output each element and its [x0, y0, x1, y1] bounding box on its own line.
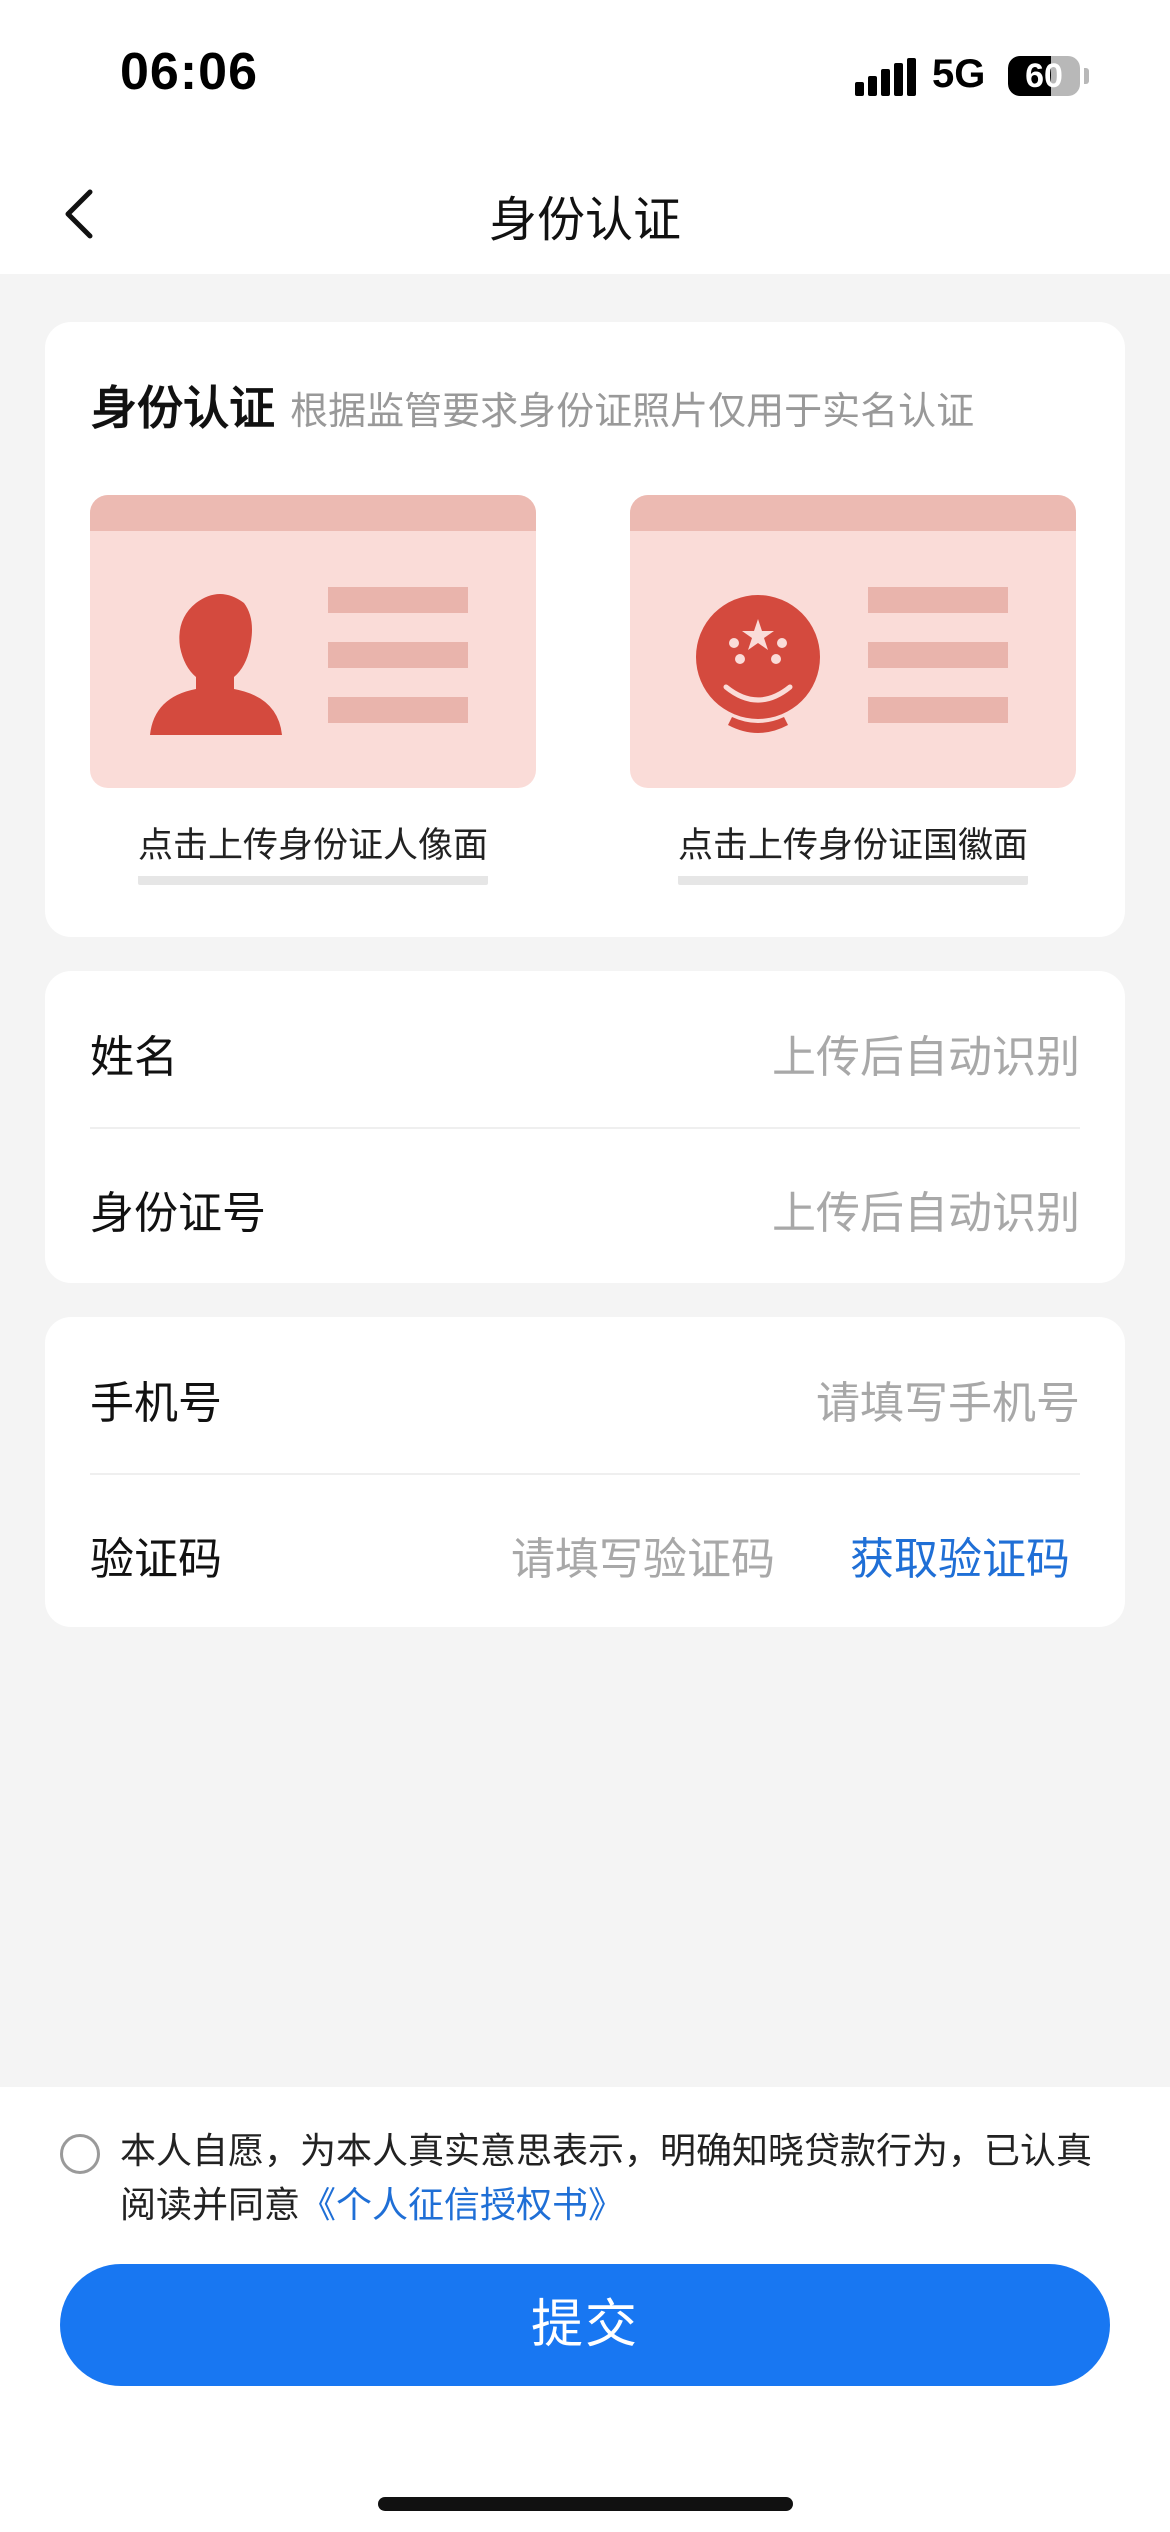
upload-title: 身份认证 — [91, 381, 275, 435]
tile-band — [90, 495, 536, 531]
tile-text-line — [328, 697, 468, 723]
network-type: 5G — [932, 52, 986, 96]
submit-button[interactable]: 提交 — [60, 2264, 1110, 2386]
upload-hint: 根据监管要求身份证照片仅用于实名认证 — [290, 389, 975, 433]
id-front-upload[interactable] — [90, 495, 536, 788]
front-caption-wrap: 点击上传身份证人像面 — [90, 817, 536, 885]
tile-text-line — [868, 642, 1008, 668]
phone-row: 手机号 请填写手机号 — [90, 1317, 1080, 1473]
battery-icon: 60 — [1008, 56, 1080, 96]
phone-card: 手机号 请填写手机号 验证码 请填写验证码 获取验证码 — [45, 1317, 1125, 1627]
get-code-button[interactable]: 获取验证码 — [850, 1523, 1070, 1587]
status-bar: 06:06 5G 60 — [0, 0, 1170, 150]
agreement-link[interactable]: 《个人征信授权书》 — [300, 2185, 624, 2226]
tile-text-line — [328, 642, 468, 668]
battery-tip — [1084, 68, 1089, 84]
home-indicator — [378, 2497, 793, 2511]
battery-percentage: 60 — [1025, 57, 1063, 95]
national-emblem-icon — [696, 595, 820, 733]
id-number-value: 上传后自动识别 — [772, 1188, 1080, 1239]
phone-input[interactable]: 请填写手机号 — [816, 1367, 1080, 1431]
id-number-label: 身份证号 — [90, 1188, 266, 1239]
identity-card: 姓名 上传后自动识别 身份证号 上传后自动识别 — [45, 971, 1125, 1283]
page-title: 身份认证 — [488, 192, 681, 248]
id-back-upload[interactable] — [630, 495, 1076, 788]
agreement-text: 本人自愿，为本人真实意思表示，明确知晓贷款行为，已认真阅读并同意《个人征信授权书… — [120, 2125, 1110, 2233]
name-value: 上传后自动识别 — [772, 1032, 1080, 1083]
tile-band — [630, 495, 1076, 531]
name-row: 姓名 上传后自动识别 — [90, 971, 1080, 1127]
id-number-row: 身份证号 上传后自动识别 — [90, 1127, 1080, 1283]
tile-text-line — [868, 587, 1008, 613]
tile-text-line — [868, 697, 1008, 723]
id-upload-card: 身份认证 根据监管要求身份证照片仅用于实名认证 点击上传身份证人像面 点击上传身… — [45, 322, 1125, 937]
upload-header: 身份认证 根据监管要求身份证照片仅用于实名认证 — [91, 372, 974, 438]
code-label: 验证码 — [90, 1534, 222, 1585]
tile-text-line — [328, 587, 468, 613]
front-caption[interactable]: 点击上传身份证人像面 — [137, 817, 488, 885]
nav-bar: 身份认证 — [0, 150, 1170, 274]
code-input[interactable]: 请填写验证码 — [511, 1523, 775, 1587]
status-time: 06:06 — [120, 43, 258, 101]
signal-icon — [855, 58, 917, 96]
phone-label: 手机号 — [90, 1378, 222, 1429]
back-caption[interactable]: 点击上传身份证国徽面 — [677, 817, 1028, 885]
agreement-checkbox[interactable] — [60, 2134, 100, 2174]
bottom-panel: 本人自愿，为本人真实意思表示，明确知晓贷款行为，已认真阅读并同意《个人征信授权书… — [0, 2087, 1170, 2532]
back-caption-wrap: 点击上传身份证国徽面 — [630, 817, 1076, 885]
name-label: 姓名 — [90, 1032, 178, 1083]
code-row: 验证码 请填写验证码 获取验证码 — [90, 1473, 1080, 1629]
id-portrait-icon — [150, 594, 282, 735]
